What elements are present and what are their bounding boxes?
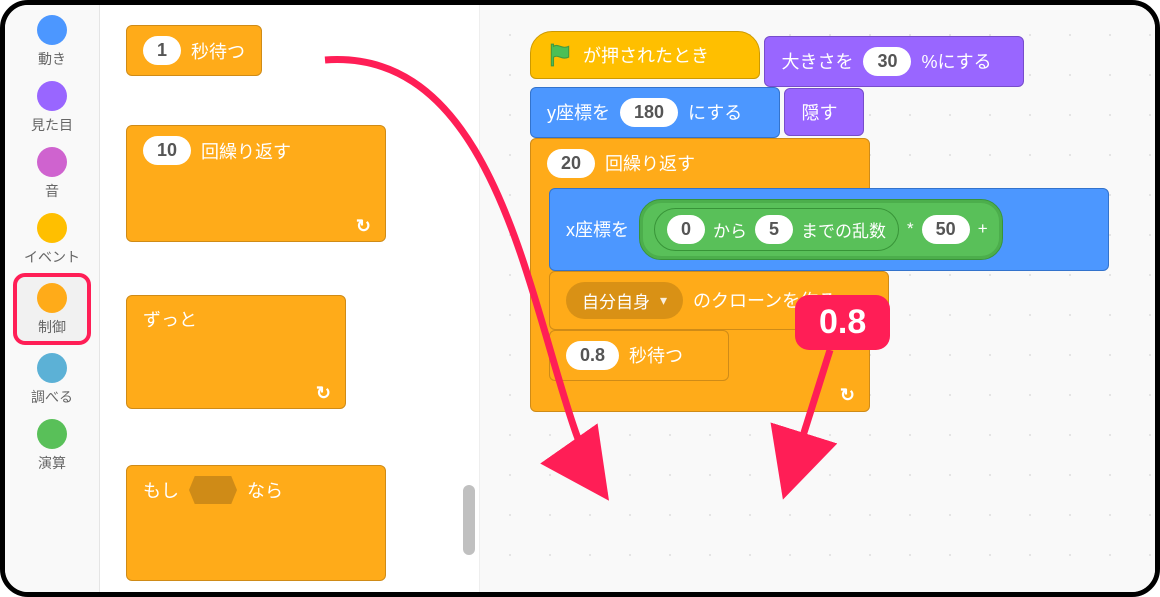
set-y-pre: y座標を (547, 99, 610, 125)
wait08-label: 秒待つ (629, 342, 683, 368)
plus-label: + (978, 219, 988, 239)
repeat20-value-input[interactable]: 20 (547, 149, 595, 178)
wait-value-input[interactable]: 1 (143, 36, 181, 65)
sound-dot-icon (37, 147, 67, 177)
block-when-flag-clicked[interactable]: が押されたとき (530, 31, 760, 79)
block-repeat-n[interactable]: 10 回繰り返す ↻ (126, 125, 386, 242)
block-set-y[interactable]: y座標を 180 にする (530, 87, 780, 138)
operator-random[interactable]: 0 から 5 までの乱数 (654, 208, 899, 251)
motion-dot-icon (37, 15, 67, 45)
flag-clicked-label: が押されたとき (583, 42, 709, 68)
category-sensing[interactable]: 調べる (13, 347, 91, 411)
category-events[interactable]: イベント (13, 207, 91, 271)
category-operators[interactable]: 演算 (13, 413, 91, 477)
green-flag-icon (547, 42, 573, 68)
rand-from-input[interactable]: 0 (667, 215, 705, 244)
block-wait-08[interactable]: 0.8 秒待つ (549, 330, 729, 381)
category-label: 演算 (38, 453, 66, 473)
rand-mid1: から (713, 217, 747, 242)
operator-multiply-add[interactable]: 0 から 5 までの乱数 * 50 + (639, 199, 1003, 260)
sensing-dot-icon (37, 353, 67, 383)
block-forever[interactable]: ずっと ↻ (126, 295, 346, 409)
looks-dot-icon (37, 81, 67, 111)
repeat-value-input[interactable]: 10 (143, 136, 191, 165)
if-label-post: なら (247, 477, 283, 503)
set-x-pre: x座標を (566, 216, 629, 242)
mult-value-input[interactable]: 50 (922, 215, 970, 244)
category-label: イベント (24, 247, 80, 267)
y-value-input[interactable]: 180 (620, 98, 678, 127)
size-value-input[interactable]: 30 (863, 47, 911, 76)
rand-to-input[interactable]: 5 (755, 215, 793, 244)
operators-dot-icon (37, 419, 67, 449)
category-label: 音 (45, 181, 59, 201)
block-category-sidebar: 動き 見た目 音 イベント 制御 調べる 演算 (5, 5, 100, 592)
forever-label: ずっと (143, 306, 197, 332)
block-hide[interactable]: 隠す (784, 88, 864, 136)
rand-mid2: までの乱数 (801, 217, 886, 242)
loop-arrow-icon: ↻ (840, 385, 855, 406)
hide-label: 隠す (801, 99, 837, 125)
block-if-then[interactable]: もし なら (126, 465, 386, 581)
times-label: * (907, 219, 914, 239)
palette-scrollbar[interactable] (463, 485, 475, 555)
category-sound[interactable]: 音 (13, 141, 91, 205)
wait08-value-input[interactable]: 0.8 (566, 341, 619, 370)
clone-target-dropdown[interactable]: 自分自身 (566, 282, 683, 319)
category-label: 動き (38, 49, 66, 69)
repeat20-label: 回繰り返す (605, 150, 695, 176)
category-label: 調べる (31, 387, 73, 407)
set-y-post: にする (688, 99, 742, 125)
loop-arrow-icon: ↻ (316, 383, 331, 404)
set-size-pre: 大きさを (781, 48, 853, 74)
block-palette: 1 秒待つ 10 回繰り返す ↻ ずっと ↻ もし なら (100, 5, 480, 592)
events-dot-icon (37, 213, 67, 243)
boolean-slot[interactable] (189, 476, 237, 504)
repeat-label: 回繰り返す (201, 138, 291, 164)
category-label: 見た目 (31, 115, 73, 135)
category-motion[interactable]: 動き (13, 9, 91, 73)
category-label: 制御 (38, 317, 66, 337)
category-control[interactable]: 制御 (13, 273, 91, 345)
annotation-callout: 0.8 (795, 295, 890, 350)
loop-arrow-icon: ↻ (356, 216, 371, 237)
wait-label: 秒待つ (191, 38, 245, 64)
block-set-size[interactable]: 大きさを 30 %にする (764, 36, 1024, 87)
block-wait-seconds[interactable]: 1 秒待つ (126, 25, 262, 76)
if-label-pre: もし (143, 477, 179, 503)
set-size-post: %にする (921, 48, 991, 74)
control-dot-icon (37, 283, 67, 313)
block-repeat-20[interactable]: 20 回繰り返す x座標を 0 から 5 までの乱数 * 50 (530, 138, 870, 412)
block-set-x[interactable]: x座標を 0 から 5 までの乱数 * 50 + (549, 188, 1109, 271)
category-looks[interactable]: 見た目 (13, 75, 91, 139)
